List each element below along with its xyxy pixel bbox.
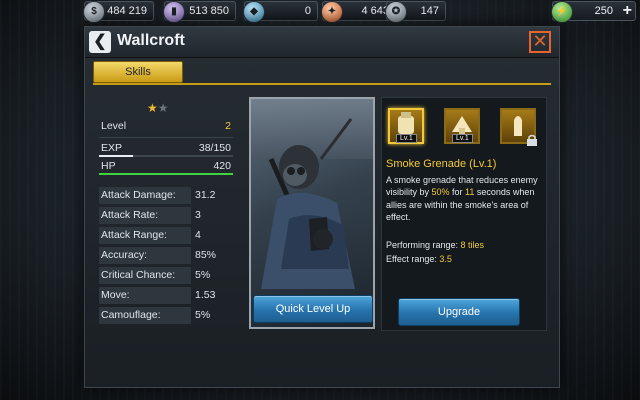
divider: [99, 137, 233, 138]
gold-counter[interactable]: $ 484 219: [83, 1, 154, 23]
attribute-row: Attack Range: 4: [99, 227, 233, 244]
star-empty-icon: ★: [157, 101, 169, 115]
page-title: Wallcroft: [117, 32, 185, 49]
attribute-value: 5%: [195, 309, 211, 321]
oil-barrel-icon: ▮: [163, 1, 185, 23]
compass-icon: ✦: [321, 1, 343, 23]
desc-text: for: [449, 187, 466, 198]
attribute-label: Attack Range:: [99, 227, 191, 244]
level-row: Level 2: [99, 117, 233, 135]
skill-name: Smoke Grenade (Lv.1): [386, 158, 497, 170]
tab-skills[interactable]: Skills: [93, 61, 183, 83]
desc-highlight-seconds: 11: [465, 187, 475, 198]
diamond-counter[interactable]: ◆ 0: [243, 1, 318, 23]
exp-value: 38/150: [198, 142, 231, 154]
medal-icon: ✪: [385, 1, 407, 23]
hp-bar: [99, 173, 233, 175]
skill-slot-2[interactable]: Lv.1: [444, 108, 480, 144]
attribute-label: Accuracy:: [99, 247, 191, 264]
close-icon: ✕: [532, 31, 548, 51]
attribute-row: Move: 1.53: [99, 287, 233, 304]
rank-stars: ★★: [147, 101, 169, 115]
oil-counter[interactable]: ▮ 513 850: [163, 1, 236, 23]
lock-icon: [527, 134, 537, 146]
stats-column: ★★ Level 2 EXP 38/150 HP 420 Attack Dama…: [99, 99, 233, 329]
gold-icon: $: [83, 1, 105, 23]
attribute-value: 4: [195, 229, 201, 241]
attribute-row: Critical Chance: 5%: [99, 267, 233, 284]
attribute-value: 1.53: [195, 289, 216, 301]
soldier-illustration: [261, 118, 355, 289]
effect-range: Effect range: 3.5: [386, 254, 452, 264]
add-energy-icon[interactable]: +: [623, 2, 632, 20]
range-label: Performing range:: [386, 240, 461, 250]
gold-value: 484 219: [107, 5, 147, 17]
oil-value: 513 850: [189, 5, 229, 17]
attribute-value: 3: [195, 209, 201, 221]
attribute-label: Camouflage:: [99, 307, 191, 324]
attribute-row: Attack Rate: 3: [99, 207, 233, 224]
effect-label: Effect range:: [386, 254, 440, 264]
exp-label: EXP: [101, 142, 123, 154]
skill-description: A smoke grenade that reduces enemy visib…: [386, 174, 542, 224]
energy-counter[interactable]: ⚡ 250 +: [551, 1, 636, 23]
hp-value: 420: [213, 160, 231, 172]
quick-level-up-button[interactable]: Quick Level Up: [253, 295, 373, 323]
skill-level-badge: Lv.1: [452, 134, 473, 143]
attribute-label: Attack Rate:: [99, 207, 191, 224]
range-value: 8 tiles: [460, 240, 485, 250]
attribute-row: Accuracy: 85%: [99, 247, 233, 264]
close-button[interactable]: ✕: [529, 31, 551, 53]
attribute-label: Move:: [99, 287, 191, 304]
skill-slot-smoke-grenade[interactable]: Lv.1: [388, 108, 424, 144]
attribute-label: Attack Damage:: [99, 187, 191, 204]
skill-slot-3-locked[interactable]: [500, 108, 537, 146]
back-button[interactable]: ❮: [89, 31, 111, 53]
attribute-value: 5%: [195, 269, 211, 281]
unit-details-panel: ❮ Wallcroft ✕ Skills ★★ Level 2 EXP 38/1…: [84, 26, 560, 388]
attribute-row: Attack Damage: 31.2: [99, 187, 233, 204]
diamond-value: 0: [304, 5, 311, 17]
hp-bar-fill: [99, 173, 233, 175]
upgrade-button[interactable]: Upgrade: [398, 298, 520, 326]
energy-icon: ⚡: [551, 1, 573, 23]
level-value: 2: [225, 120, 231, 132]
star-filled-icon: ★: [147, 101, 158, 115]
tab-underline: [93, 83, 551, 85]
title-bar: ❮ Wallcroft ✕: [85, 27, 559, 58]
medal-value: 147: [420, 5, 439, 17]
unit-portrait: Quick Level Up: [249, 97, 375, 329]
effect-value: 3.5: [439, 254, 452, 264]
desc-highlight-pct: 50%: [431, 187, 450, 198]
medal-counter[interactable]: ✪ 147: [385, 1, 446, 23]
attribute-value: 85%: [195, 249, 217, 261]
attribute-row: Camouflage: 5%: [99, 307, 233, 324]
attribute-value: 31.2: [195, 189, 216, 201]
chevron-left-icon: ❮: [93, 33, 107, 50]
performing-range: Performing range: 8 tiles: [386, 240, 484, 250]
energy-value: 250: [594, 5, 613, 17]
attribute-label: Critical Chance:: [99, 267, 191, 284]
skill-level-badge: Lv.1: [396, 134, 417, 143]
level-label: Level: [101, 120, 127, 132]
diamond-icon: ◆: [243, 1, 265, 23]
skill-panel: Lv.1 Lv.1 Smoke Grenade (Lv.1) A smoke g…: [381, 97, 547, 331]
hp-label: HP: [101, 160, 116, 172]
